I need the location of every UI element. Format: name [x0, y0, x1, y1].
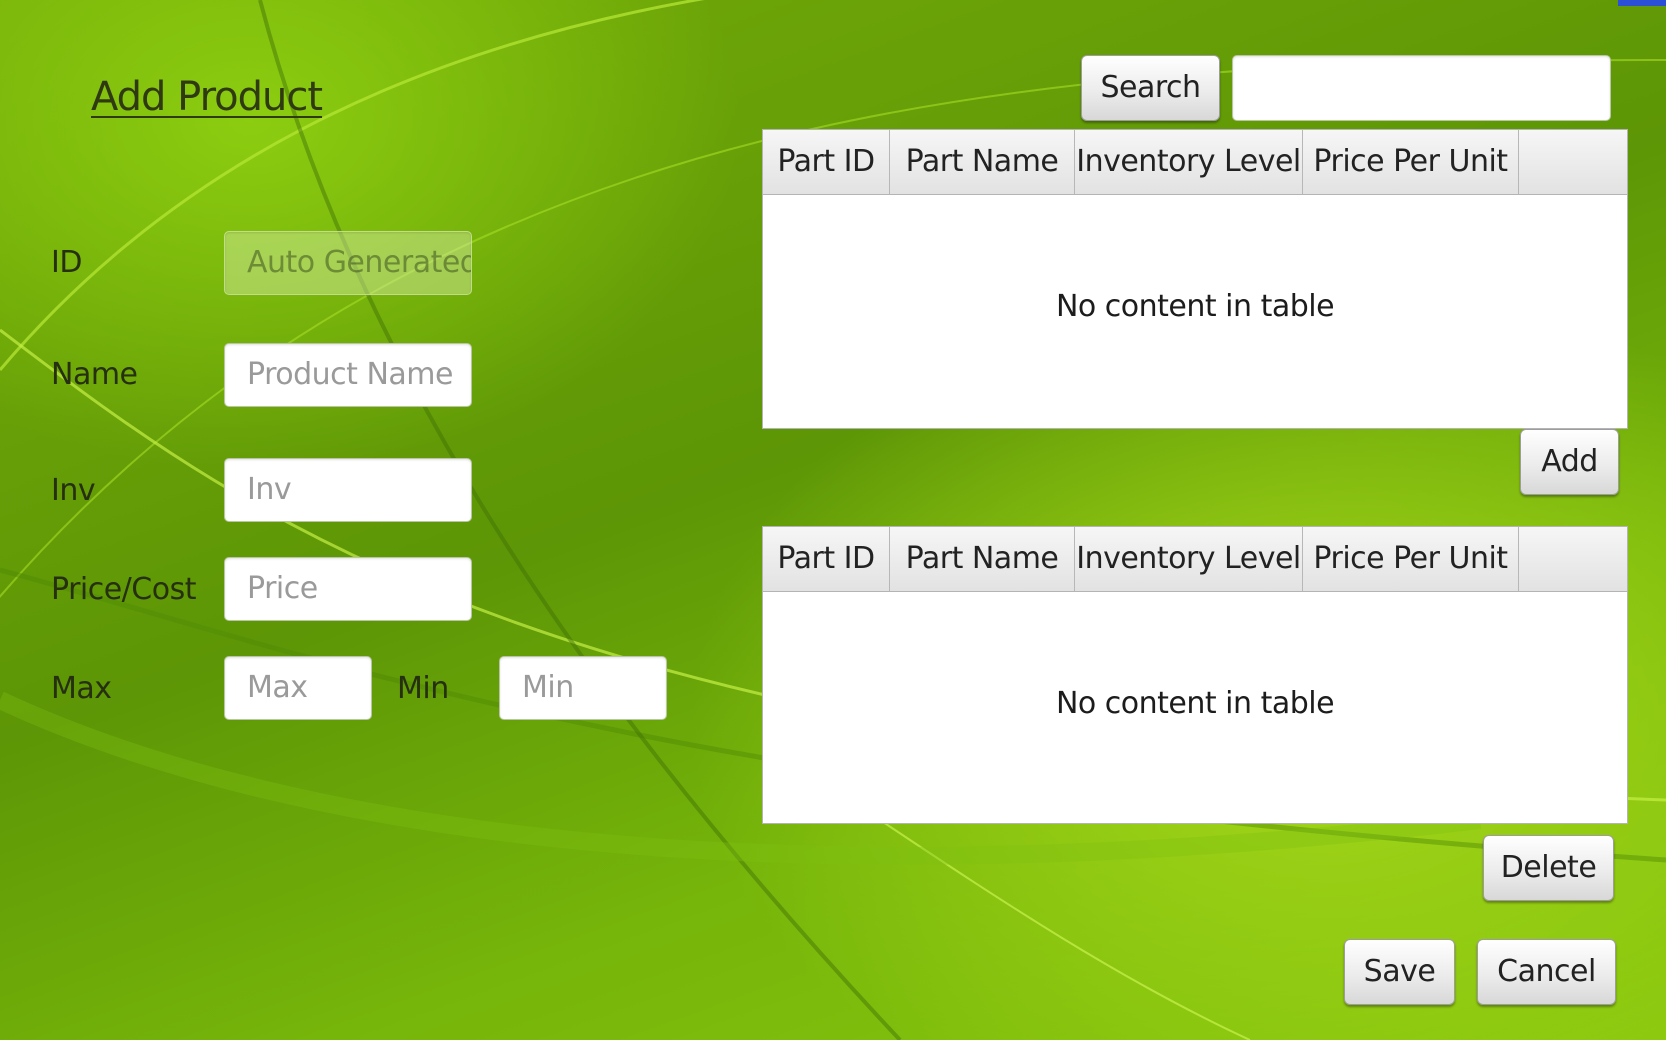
- column-header-part-name[interactable]: Part Name: [890, 527, 1075, 591]
- parts-table-empty-message: No content in table: [1055, 289, 1335, 324]
- add-part-button[interactable]: Add: [1520, 429, 1619, 495]
- associated-parts-table: Part ID Part Name Inventory Level Price …: [762, 526, 1628, 824]
- column-header-inventory-level[interactable]: Inventory Level: [1075, 527, 1303, 591]
- save-button[interactable]: Save: [1344, 939, 1455, 1005]
- search-button[interactable]: Search: [1081, 55, 1220, 121]
- id-label: ID: [51, 245, 82, 280]
- associated-table-empty-message: No content in table: [1055, 686, 1335, 721]
- product-name-field[interactable]: Product Name: [224, 343, 472, 407]
- min-field[interactable]: Min: [499, 656, 667, 720]
- delete-part-button[interactable]: Delete: [1483, 835, 1614, 901]
- column-header-inventory-level[interactable]: Inventory Level: [1075, 130, 1303, 194]
- inv-label: Inv: [51, 473, 96, 508]
- column-header-filler: [1519, 527, 1627, 591]
- price-label: Price/Cost: [51, 572, 197, 607]
- search-input[interactable]: [1232, 55, 1611, 121]
- parts-table: Part ID Part Name Inventory Level Price …: [762, 129, 1628, 429]
- column-header-filler: [1519, 130, 1627, 194]
- min-label: Min: [397, 671, 449, 706]
- id-field: Auto Generated: [224, 231, 472, 295]
- page-title: Add Product: [91, 74, 323, 120]
- column-header-price-per-unit[interactable]: Price Per Unit: [1303, 527, 1519, 591]
- window-corner-marker: [1618, 0, 1666, 6]
- cancel-button[interactable]: Cancel: [1477, 939, 1616, 1005]
- column-header-price-per-unit[interactable]: Price Per Unit: [1303, 130, 1519, 194]
- price-field[interactable]: Price: [224, 557, 472, 621]
- max-field[interactable]: Max: [224, 656, 372, 720]
- add-product-window: Add Product ID Auto Generated Name Produ…: [0, 0, 1666, 1040]
- column-header-part-id[interactable]: Part ID: [763, 527, 890, 591]
- name-label: Name: [51, 357, 138, 392]
- inv-field[interactable]: Inv: [224, 458, 472, 522]
- parts-table-header: Part ID Part Name Inventory Level Price …: [763, 130, 1627, 195]
- max-label: Max: [51, 671, 112, 706]
- column-header-part-id[interactable]: Part ID: [763, 130, 890, 194]
- column-header-part-name[interactable]: Part Name: [890, 130, 1075, 194]
- associated-parts-table-header: Part ID Part Name Inventory Level Price …: [763, 527, 1627, 592]
